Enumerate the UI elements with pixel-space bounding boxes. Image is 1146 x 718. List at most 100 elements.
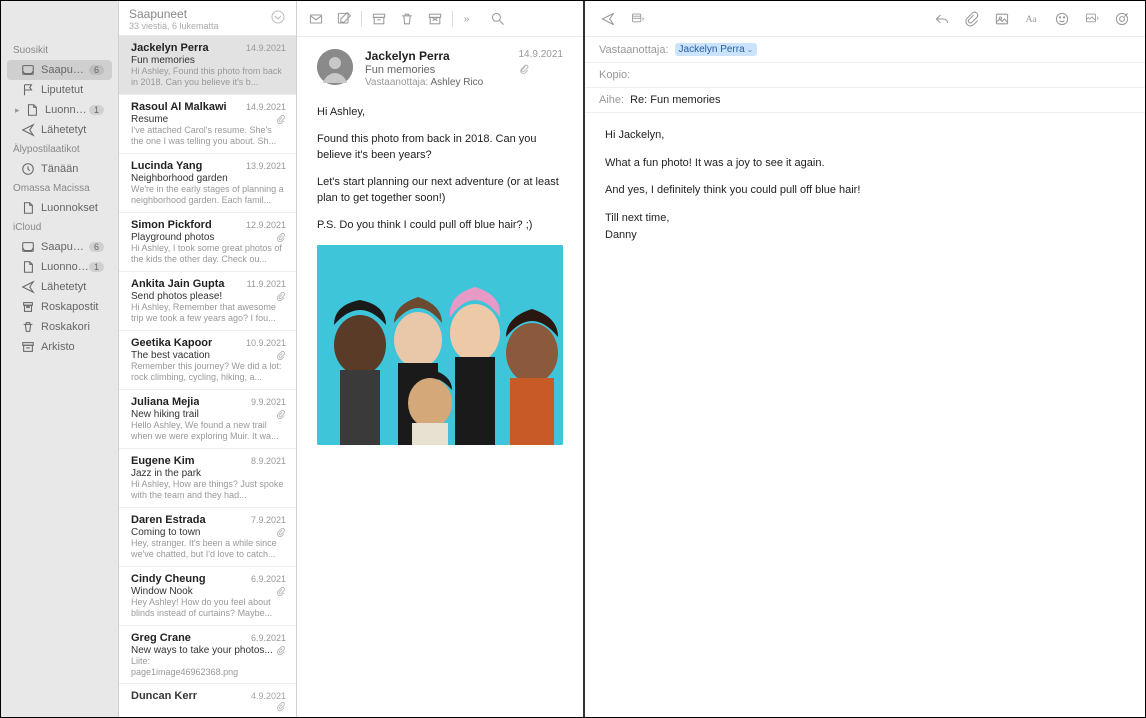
compose-paragraph[interactable]: What a fun photo! It was a joy to see it…: [605, 155, 1125, 173]
media-icon[interactable]: [1079, 8, 1105, 30]
message-row[interactable]: Duncan Kerr 4.9.2021: [119, 684, 296, 717]
message-subject: Coming to town: [131, 527, 274, 538]
sidebar-item-roskapostit[interactable]: Roskapostit: [7, 297, 112, 317]
compose-paragraph[interactable]: Hi Jackelyn,: [605, 127, 1125, 145]
message-row[interactable]: Simon Pickford12.9.2021Playground photos…: [119, 213, 296, 272]
message-row[interactable]: Eugene Kim8.9.2021Jazz in the parkHi Ash…: [119, 449, 296, 508]
archive-icon: [21, 340, 35, 354]
header-fields-icon[interactable]: [625, 8, 651, 30]
sidebar-section-title: Suosikit: [1, 41, 118, 60]
message-attachment-name: page1image46962368.png: [131, 667, 286, 677]
sidebar-item-label: Liputetut: [41, 84, 104, 96]
junk-icon: [21, 300, 35, 314]
compose-subject-field[interactable]: Aihe: Re: Fun memories: [585, 88, 1145, 113]
sidebar-section-title: Älypostilaatikot: [1, 140, 118, 159]
sidebar-item-label: Saapuneet: [41, 64, 89, 76]
send-icon[interactable]: [595, 8, 621, 30]
sidebar-item-arkisto[interactable]: Arkisto: [7, 337, 112, 357]
attachment-icon: [277, 587, 286, 596]
compose-icon[interactable]: [331, 8, 357, 30]
message-row[interactable]: Lucinda Yang13.9.2021Neighborhood garden…: [119, 154, 296, 213]
sidebar-item-luonnokset[interactable]: ▸Luonnokset1: [7, 100, 112, 120]
reader-subject: Fun memories: [365, 64, 507, 76]
message-row[interactable]: Cindy Cheung6.9.2021Window NookHey Ashle…: [119, 567, 296, 626]
sidebar-item-luonnokset[interactable]: Luonnokset: [7, 198, 112, 218]
reader-recipient: Vastaanottaja: Ashley Rico: [365, 77, 507, 88]
message-list-subtitle: 33 viestiä, 6 lukematta: [129, 21, 270, 31]
photo-icon[interactable]: [989, 8, 1015, 30]
message-subject: Neighborhood garden: [131, 173, 286, 184]
message-subject: Jazz in the park: [131, 468, 286, 479]
sidebar-item-tänään[interactable]: Tänään: [7, 159, 112, 179]
message-row[interactable]: Ankita Jain Gupta11.9.2021Send photos pl…: [119, 272, 296, 331]
recipient-chip[interactable]: Jackelyn Perra⌄: [675, 43, 758, 56]
message-date: 14.9.2021: [246, 43, 286, 53]
message-sender: Eugene Kim: [131, 455, 195, 467]
message-list-title: Saapuneet: [129, 7, 270, 21]
junk-icon[interactable]: [422, 8, 448, 30]
format-icon[interactable]: Aa: [1019, 8, 1045, 30]
chevron-right-icon[interactable]: ▸: [15, 105, 23, 116]
message-row[interactable]: Greg Crane6.9.2021New ways to take your …: [119, 626, 296, 684]
message-date: 4.9.2021: [251, 691, 286, 701]
message-list-rows[interactable]: Jackelyn Perra14.9.2021Fun memoriesHi As…: [119, 36, 296, 717]
compose-body[interactable]: Hi Jackelyn, What a fun photo! It was a j…: [585, 113, 1145, 717]
attachment-icon: [277, 646, 286, 655]
message-row[interactable]: Rasoul Al Malkawi14.9.2021ResumeI've att…: [119, 95, 296, 154]
message-date: 8.9.2021: [251, 456, 286, 466]
doc-icon: [25, 103, 39, 117]
compose-cc-field[interactable]: Kopio:: [585, 63, 1145, 88]
sidebar-item-lähetetyt[interactable]: Lähetetyt: [7, 120, 112, 140]
doc-icon: [21, 201, 35, 215]
svg-text:Aa: Aa: [1026, 14, 1038, 25]
message-sender: Juliana Mejia: [131, 396, 199, 408]
message-sender: Geetika Kapoor: [131, 337, 212, 349]
sidebar-section-title: Omassa Macissa: [1, 179, 118, 198]
sidebar-item-liputetut[interactable]: Liputetut: [7, 80, 112, 100]
sidebar-item-label: Luonnokset: [41, 261, 89, 273]
message-preview: Hey, stranger. It's been a while since w…: [131, 538, 286, 560]
emoji-icon[interactable]: [1049, 8, 1075, 30]
sidebar-item-saapuneet[interactable]: Saapuneet6: [7, 237, 112, 257]
message-sender: Duncan Kerr: [131, 690, 197, 702]
message-sender: Lucinda Yang: [131, 160, 202, 172]
attach-icon[interactable]: [959, 8, 985, 30]
chevron-down-icon[interactable]: ⌄: [747, 45, 754, 54]
message-row[interactable]: Daren Estrada7.9.2021Coming to townHey, …: [119, 508, 296, 567]
compose-paragraph[interactable]: And yes, I definitely think you could pu…: [605, 182, 1125, 200]
sidebar-item-label: Arkisto: [41, 341, 104, 353]
compose-toolbar: Aa: [585, 1, 1145, 37]
message-date: 11.9.2021: [247, 279, 286, 289]
reply-icon[interactable]: [303, 8, 329, 30]
compose-to-field[interactable]: Vastaanottaja: Jackelyn Perra⌄: [585, 37, 1145, 63]
sidebar-badge: 6: [89, 242, 104, 252]
message-subject: The best vacation: [131, 350, 274, 361]
compose-paragraph[interactable]: Till next time,Danny: [605, 210, 1125, 245]
filter-icon[interactable]: [270, 9, 286, 25]
sidebar-item-saapuneet[interactable]: Saapuneet6: [7, 60, 112, 80]
reply-arrow-icon[interactable]: [929, 8, 955, 30]
message-subject: Fun memories: [131, 55, 286, 66]
message-subject: Playground photos: [131, 232, 274, 243]
trash-icon[interactable]: [394, 8, 420, 30]
sidebar-item-roskakori[interactable]: Roskakori: [7, 317, 112, 337]
archive-icon[interactable]: [366, 8, 392, 30]
message-subject: New ways to take your photos...: [131, 645, 274, 656]
sidebar-item-luonnokset[interactable]: Luonnokset1: [7, 257, 112, 277]
search-icon[interactable]: [485, 8, 511, 30]
message-row[interactable]: Juliana Mejia9.9.2021New hiking trailHel…: [119, 390, 296, 449]
message-date: 9.9.2021: [251, 397, 286, 407]
message-preview: Hello Ashley, We found a new trail when …: [131, 420, 286, 442]
more-icon[interactable]: »: [457, 8, 483, 30]
reader-toolbar: »: [297, 1, 583, 37]
message-row[interactable]: Jackelyn Perra14.9.2021Fun memoriesHi As…: [119, 36, 296, 95]
sidebar-item-label: Tänään: [41, 163, 104, 175]
reader-paragraph: Found this photo from back in 2018. Can …: [317, 131, 563, 164]
attachment-icon: [277, 702, 286, 711]
message-preview: Hey Ashley! How do you feel about blinds…: [131, 597, 286, 619]
message-row[interactable]: Geetika Kapoor10.9.2021The best vacation…: [119, 331, 296, 390]
markup-icon[interactable]: [1109, 8, 1135, 30]
sidebar-item-lähetetyt[interactable]: Lähetetyt: [7, 277, 112, 297]
message-sender: Cindy Cheung: [131, 573, 206, 585]
attachment-icon: [277, 233, 286, 242]
